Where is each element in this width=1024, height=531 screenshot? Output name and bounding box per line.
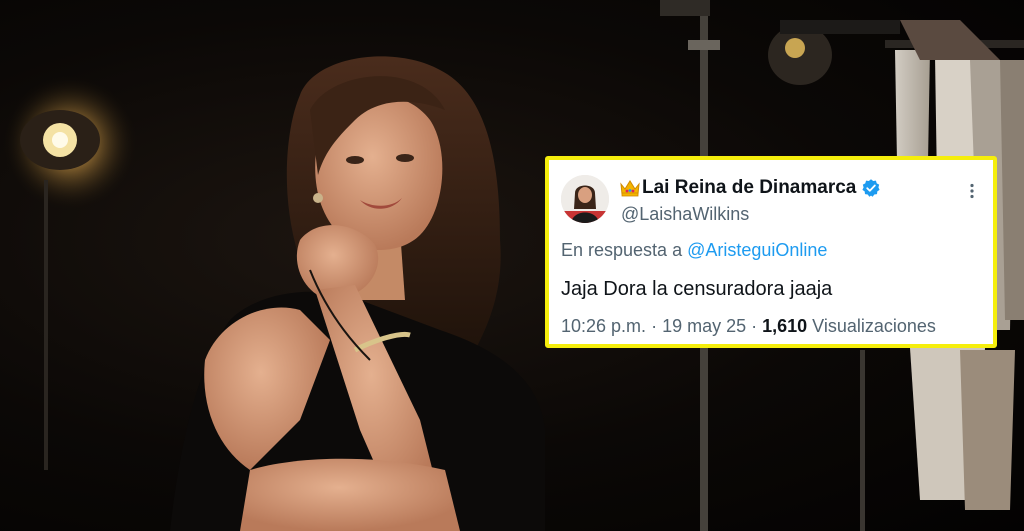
avatar[interactable] bbox=[561, 175, 609, 223]
reply-context: En respuesta a @AristeguiOnline bbox=[561, 240, 827, 261]
user-handle[interactable]: @LaishaWilkins bbox=[621, 204, 749, 225]
reply-mention-link[interactable]: @AristeguiOnline bbox=[687, 240, 827, 260]
views-count: 1,610 bbox=[762, 316, 808, 336]
display-name[interactable]: Lai Reina de Dinamarca bbox=[619, 177, 881, 199]
avatar-image bbox=[561, 175, 609, 223]
verified-badge-icon bbox=[862, 179, 880, 197]
tweet-card[interactable]: Lai Reina de Dinamarca @LaishaWilkins En… bbox=[545, 156, 997, 348]
woman-portrait bbox=[170, 56, 545, 531]
tweet-meta: 10:26 p.m. · 19 may 25 · 1,610 Visualiza… bbox=[561, 316, 936, 337]
tweet-time[interactable]: 10:26 p.m. bbox=[561, 316, 646, 336]
more-options-icon[interactable] bbox=[963, 182, 981, 200]
meta-separator: · bbox=[646, 316, 663, 336]
studio-lamp-left bbox=[0, 73, 140, 470]
reply-prefix: En respuesta a bbox=[561, 240, 688, 260]
tweet-text: Jaja Dora la censuradora jaaja bbox=[561, 278, 833, 300]
tweet-date[interactable]: 19 may 25 bbox=[662, 316, 746, 336]
display-name-text[interactable]: Lai Reina de Dinamarca bbox=[642, 177, 856, 199]
crown-icon bbox=[620, 180, 640, 197]
views-label: Visualizaciones bbox=[807, 316, 936, 336]
meta-separator-2: · bbox=[746, 316, 763, 336]
